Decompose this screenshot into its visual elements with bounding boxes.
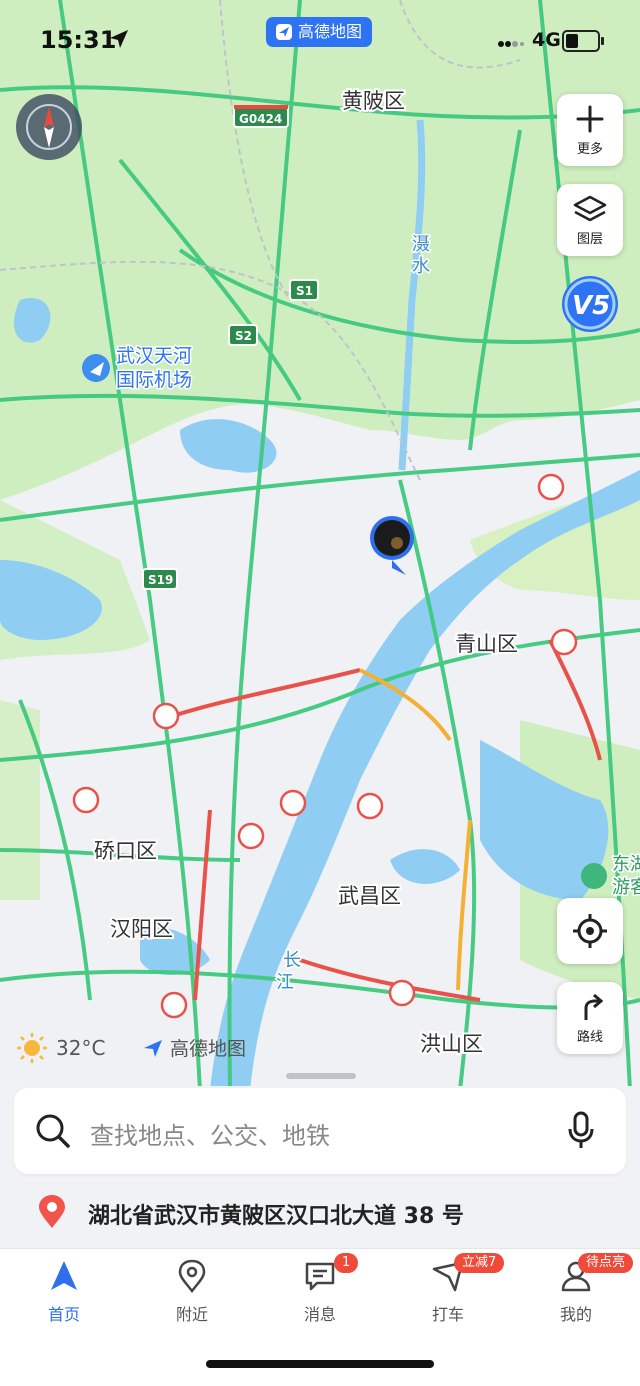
road-shield: S1 bbox=[296, 284, 313, 298]
crosshair-icon bbox=[573, 914, 607, 948]
temperature: 32°C bbox=[56, 1036, 106, 1060]
amap-logo-text: 高德地图 bbox=[170, 1038, 247, 1060]
district-label: 武昌区 bbox=[338, 884, 401, 908]
search-bar[interactable]: 查找地点、公交、地铁 bbox=[14, 1088, 626, 1174]
district-label: 黄陂区 bbox=[342, 89, 405, 113]
layers-icon bbox=[573, 195, 607, 221]
app-badge[interactable]: 高德地图 bbox=[266, 17, 373, 47]
tab-nearby[interactable]: 附近 bbox=[128, 1259, 256, 1339]
tab-label: 附近 bbox=[175, 1305, 208, 1324]
status-bar: 15:31 高德地图 4G bbox=[0, 0, 640, 80]
map-view[interactable]: 黄陂区 青山区 硚口区 武昌区 汉阳区 洪山区 滠 水 长 江 武汉天河 国际机… bbox=[0, 0, 640, 1090]
district-label: 硚口区 bbox=[94, 839, 157, 863]
v15-label: V5 bbox=[572, 291, 610, 321]
weather-widget[interactable]: 32°C bbox=[16, 1032, 105, 1064]
location-pin-icon bbox=[39, 1195, 65, 1228]
v15-level-icon[interactable]: V5 bbox=[558, 272, 622, 336]
tab-home[interactable]: 首页 bbox=[0, 1259, 128, 1339]
current-address-row[interactable]: 湖北省武汉市黄陂区汉口北大道 38 号 bbox=[0, 1180, 640, 1246]
layers-button[interactable]: 图层 bbox=[557, 184, 623, 256]
sun-icon bbox=[17, 1033, 47, 1063]
tab-messages[interactable]: 消息 1 bbox=[256, 1253, 384, 1339]
tab-label: 消息 bbox=[303, 1305, 336, 1324]
district-label: 洪山区 bbox=[420, 1032, 483, 1056]
navigation-arrow-icon bbox=[51, 1261, 77, 1290]
layers-label: 图层 bbox=[576, 231, 603, 247]
amap-watermark: 高德地图 bbox=[142, 1034, 246, 1061]
more-label: 更多 bbox=[576, 141, 603, 157]
district-label: 汉阳区 bbox=[110, 917, 173, 941]
message-icon bbox=[305, 1262, 335, 1291]
poi-label: 东湖 bbox=[612, 854, 640, 875]
nearby-pin-icon bbox=[178, 1259, 206, 1293]
river-label: 滠 bbox=[412, 234, 430, 255]
route-button[interactable]: 路线 bbox=[557, 982, 623, 1054]
district-label: 青山区 bbox=[455, 632, 518, 656]
river-label: 水 bbox=[412, 256, 430, 277]
compass-icon bbox=[26, 104, 72, 150]
taxi-badge: 立减7 bbox=[454, 1253, 505, 1273]
route-arrow-icon bbox=[584, 993, 604, 1020]
battery-icon bbox=[562, 30, 604, 52]
amap-logo-icon bbox=[144, 1039, 162, 1057]
road-shield: S19 bbox=[148, 573, 173, 587]
amap-logo-icon bbox=[276, 24, 292, 40]
microphone-icon[interactable] bbox=[566, 1110, 596, 1150]
network-type: 4G bbox=[532, 29, 561, 51]
tab-taxi[interactable]: 打车 立减7 bbox=[384, 1253, 512, 1339]
search-icon bbox=[36, 1114, 70, 1148]
park-icon bbox=[581, 863, 607, 889]
road-shield: S2 bbox=[235, 329, 252, 343]
tab-label: 打车 bbox=[431, 1305, 464, 1324]
tab-profile[interactable]: 我的 待点亮 bbox=[512, 1253, 640, 1339]
home-indicator[interactable] bbox=[206, 1360, 434, 1368]
tab-label: 首页 bbox=[47, 1305, 80, 1324]
app-badge-label: 高德地图 bbox=[298, 22, 363, 41]
status-time: 15:31 bbox=[40, 26, 117, 54]
search-placeholder: 查找地点、公交、地铁 bbox=[90, 1122, 330, 1150]
airport-label: 国际机场 bbox=[116, 369, 192, 391]
signal-icon bbox=[498, 41, 524, 47]
locate-button[interactable] bbox=[557, 898, 623, 964]
airport-label: 武汉天河 bbox=[116, 345, 192, 367]
profile-badge: 待点亮 bbox=[578, 1253, 634, 1273]
poi-label: 游客 bbox=[612, 877, 640, 898]
sheet-handle[interactable] bbox=[286, 1073, 356, 1079]
location-arrow-icon bbox=[110, 30, 128, 48]
message-badge: 1 bbox=[334, 1253, 359, 1273]
compass-button[interactable] bbox=[16, 94, 82, 160]
route-label: 路线 bbox=[576, 1029, 603, 1045]
road-shield: G0424 bbox=[239, 112, 282, 126]
plus-icon bbox=[576, 105, 604, 132]
river-label: 长 bbox=[283, 950, 301, 971]
river-label: 江 bbox=[276, 972, 294, 993]
tab-label: 我的 bbox=[559, 1305, 592, 1324]
current-address: 湖北省武汉市黄陂区汉口北大道 38 号 bbox=[88, 1204, 464, 1229]
more-button[interactable]: 更多 bbox=[557, 94, 623, 166]
